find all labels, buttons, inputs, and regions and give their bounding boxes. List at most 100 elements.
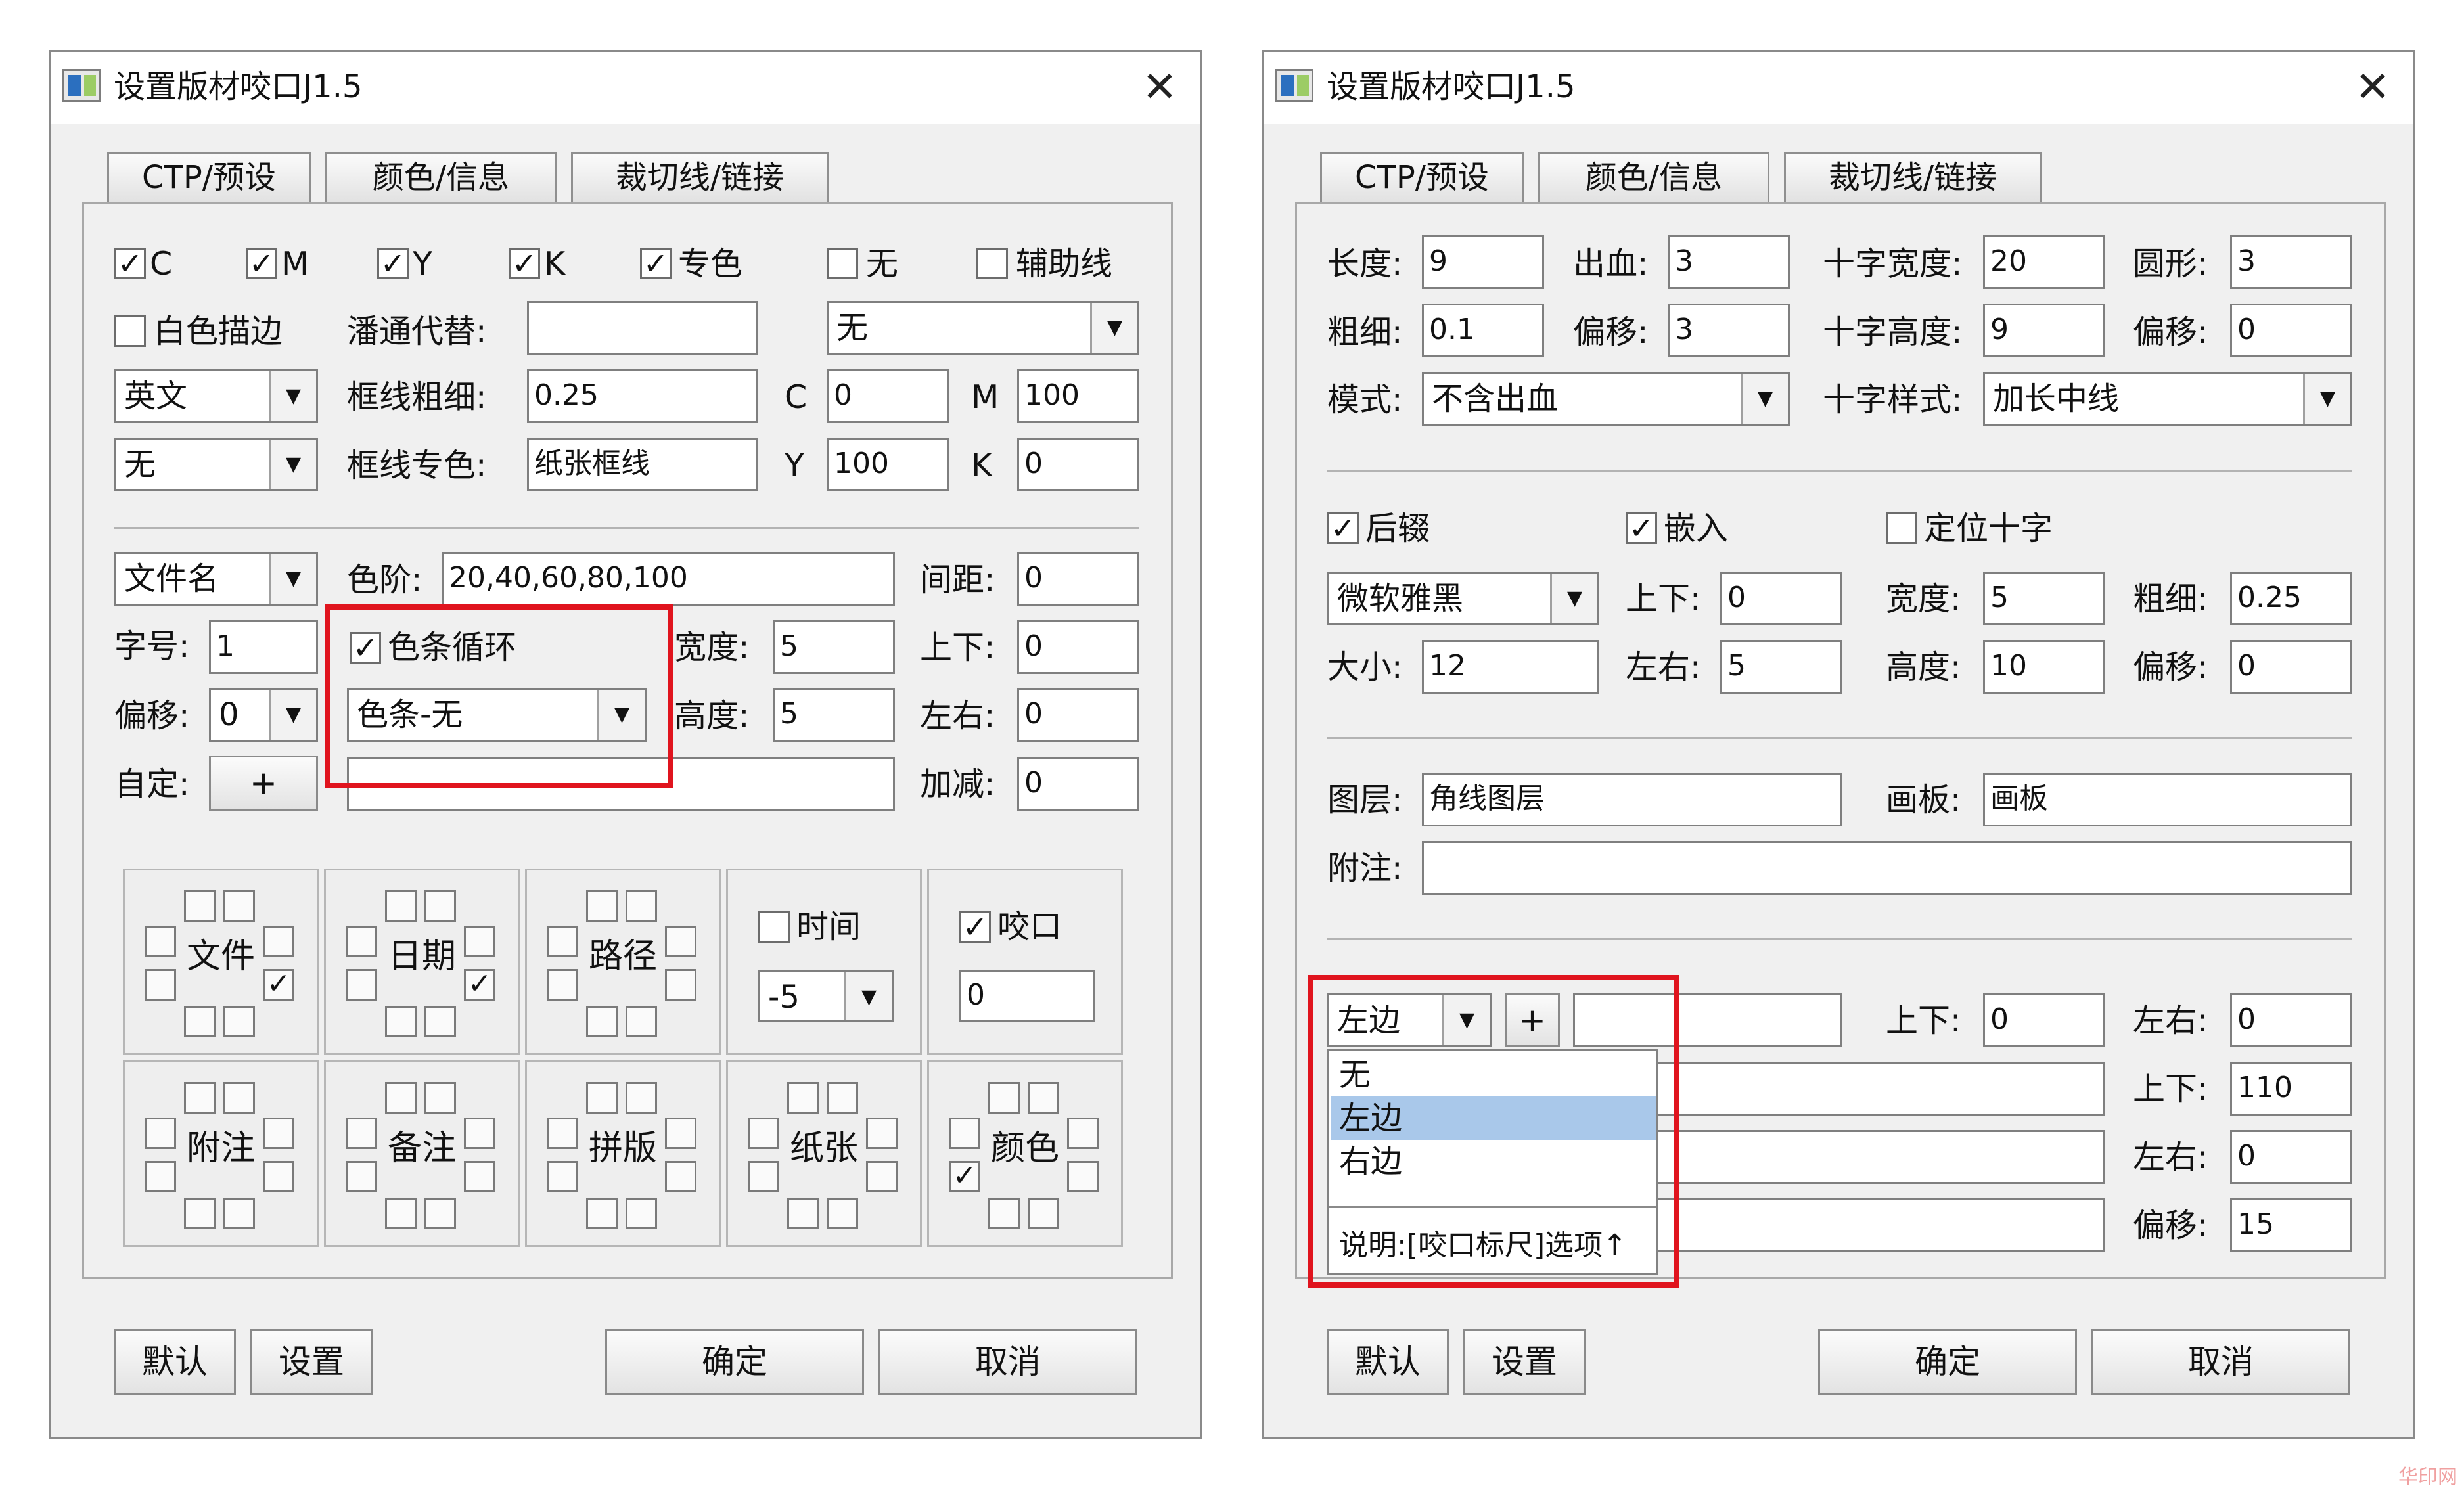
none-select-2[interactable]: 无 ▼ bbox=[114, 438, 318, 491]
pos-square[interactable] bbox=[385, 890, 417, 922]
thick-input[interactable]: 0.1 bbox=[1422, 304, 1544, 357]
grid-cell-note[interactable]: 附注 bbox=[123, 1060, 319, 1247]
grid-cell-path[interactable]: 路径 bbox=[525, 869, 721, 1055]
checkbox-time[interactable] bbox=[758, 911, 790, 943]
cross-width-input[interactable]: 20 bbox=[1983, 235, 2105, 289]
frame-thick-input[interactable]: 0.25 bbox=[527, 369, 758, 423]
pos-square[interactable] bbox=[827, 1082, 858, 1114]
pos-square[interactable] bbox=[385, 1006, 417, 1037]
pos-square[interactable] bbox=[1028, 1198, 1059, 1229]
checkbox-k[interactable]: ✓ bbox=[509, 248, 540, 279]
pos-square[interactable] bbox=[223, 1006, 255, 1037]
cross-style-select[interactable]: 加长中线 ▼ bbox=[1983, 372, 2352, 426]
pos-square[interactable] bbox=[424, 1082, 456, 1114]
pos-square[interactable] bbox=[827, 1198, 858, 1229]
cancel-button[interactable]: 取消 bbox=[2091, 1329, 2350, 1395]
pantone-sub-input[interactable] bbox=[527, 301, 758, 355]
default-button[interactable]: 默认 bbox=[1327, 1329, 1449, 1395]
thick2-input[interactable]: 0.25 bbox=[2230, 572, 2352, 625]
levels-input[interactable]: 20,40,60,80,100 bbox=[442, 552, 895, 606]
leftright-input[interactable]: 0 bbox=[1017, 688, 1139, 742]
default-button[interactable]: 默认 bbox=[114, 1329, 236, 1395]
tab-color-info[interactable]: 颜色/信息 bbox=[1538, 152, 1769, 202]
tab-crop-link[interactable]: 裁切线/链接 bbox=[1784, 152, 2042, 202]
offset3-input[interactable]: 0 bbox=[2230, 640, 2352, 694]
ok-button[interactable]: 确定 bbox=[1818, 1329, 2077, 1395]
pos-square[interactable] bbox=[385, 1082, 417, 1114]
lr1-input[interactable]: 5 bbox=[1720, 640, 1842, 694]
pos-square[interactable] bbox=[586, 1006, 618, 1037]
none-select-top[interactable]: 无 ▼ bbox=[827, 301, 1139, 355]
height-input[interactable]: 5 bbox=[773, 688, 895, 742]
width-input[interactable]: 5 bbox=[773, 620, 895, 674]
updown-input[interactable]: 0 bbox=[1017, 620, 1139, 674]
offset4-input[interactable]: 15 bbox=[2230, 1198, 2352, 1252]
ok-button[interactable]: 确定 bbox=[605, 1329, 864, 1395]
font-select[interactable]: 微软雅黑 ▼ bbox=[1327, 572, 1599, 625]
bleed-input[interactable]: 3 bbox=[1668, 235, 1790, 289]
m-input[interactable]: 100 bbox=[1017, 369, 1139, 423]
language-select[interactable]: 英文 ▼ bbox=[114, 369, 318, 423]
circle-input[interactable]: 3 bbox=[2230, 235, 2352, 289]
tab-ctp-preset[interactable]: CTP/预设 bbox=[107, 152, 311, 202]
offset-select[interactable]: 0 ▼ bbox=[209, 688, 318, 742]
artboard-input[interactable]: 画板 bbox=[1983, 773, 2352, 826]
cancel-button[interactable]: 取消 bbox=[878, 1329, 1137, 1395]
bite-input[interactable]: 0 bbox=[959, 970, 1095, 1022]
pos-square[interactable] bbox=[626, 890, 657, 922]
grid-cell-file[interactable]: ✓ 文件 bbox=[123, 869, 319, 1055]
spacing-input[interactable]: 0 bbox=[1017, 552, 1139, 606]
checkbox-white-stroke[interactable] bbox=[114, 315, 146, 347]
settings-button[interactable]: 设置 bbox=[250, 1329, 373, 1395]
checkbox-spot[interactable]: ✓ bbox=[640, 248, 672, 279]
tab-crop-link[interactable]: 裁切线/链接 bbox=[571, 152, 829, 202]
pos-square[interactable] bbox=[626, 1198, 657, 1229]
pos-square[interactable] bbox=[626, 1006, 657, 1037]
pos-square[interactable] bbox=[385, 1198, 417, 1229]
tab-ctp-preset[interactable]: CTP/预设 bbox=[1320, 152, 1524, 202]
cross-height-input[interactable]: 9 bbox=[1983, 304, 2105, 357]
close-icon[interactable]: ✕ bbox=[1133, 61, 1186, 114]
pos-square[interactable] bbox=[586, 1198, 618, 1229]
ud2-input[interactable]: 0 bbox=[1983, 993, 2105, 1047]
checkbox-bite[interactable]: ✓ bbox=[959, 911, 991, 943]
pos-square[interactable] bbox=[586, 1082, 618, 1114]
font-size-input[interactable]: 1 bbox=[209, 620, 318, 674]
grid-cell-color[interactable]: ✓ 颜色 bbox=[927, 1060, 1123, 1247]
length-input[interactable]: 9 bbox=[1422, 235, 1544, 289]
pos-square[interactable] bbox=[184, 890, 216, 922]
checkbox-embed[interactable]: ✓ bbox=[1626, 512, 1657, 544]
pos-square[interactable] bbox=[424, 1198, 456, 1229]
pos-square[interactable] bbox=[184, 1198, 216, 1229]
checkbox-c[interactable]: ✓ bbox=[114, 248, 146, 279]
lr2-input[interactable]: 0 bbox=[2230, 993, 2352, 1047]
ud1-input[interactable]: 0 bbox=[1720, 572, 1842, 625]
pos-square[interactable] bbox=[1028, 1082, 1059, 1114]
pos-square[interactable] bbox=[424, 1006, 456, 1037]
note-input[interactable] bbox=[1422, 841, 2352, 895]
pos-square[interactable] bbox=[223, 1082, 255, 1114]
lr3-input[interactable]: 0 bbox=[2230, 1130, 2352, 1184]
y-input[interactable]: 100 bbox=[827, 438, 949, 491]
pos-square[interactable] bbox=[988, 1082, 1020, 1114]
frame-spot-input[interactable]: 纸张框线 bbox=[527, 438, 758, 491]
k-input[interactable]: 0 bbox=[1017, 438, 1139, 491]
filename-select[interactable]: 文件名 ▼ bbox=[114, 552, 318, 606]
custom-add-button[interactable]: + bbox=[209, 756, 318, 811]
offset2-input[interactable]: 0 bbox=[2230, 304, 2352, 357]
checkbox-m[interactable]: ✓ bbox=[246, 248, 277, 279]
addsub-input[interactable]: 0 bbox=[1017, 757, 1139, 811]
settings-button[interactable]: 设置 bbox=[1463, 1329, 1586, 1395]
pos-square[interactable] bbox=[787, 1082, 819, 1114]
h1-input[interactable]: 10 bbox=[1983, 640, 2105, 694]
checkbox-none[interactable] bbox=[827, 248, 858, 279]
offset1-input[interactable]: 3 bbox=[1668, 304, 1790, 357]
mode-select[interactable]: 不含出血 ▼ bbox=[1422, 372, 1790, 426]
pos-square[interactable] bbox=[988, 1198, 1020, 1229]
size-input[interactable]: 12 bbox=[1422, 640, 1599, 694]
ud3-input[interactable]: 110 bbox=[2230, 1062, 2352, 1116]
checkbox-locate-cross[interactable] bbox=[1886, 512, 1917, 544]
pos-square[interactable] bbox=[787, 1198, 819, 1229]
checkbox-guide[interactable] bbox=[976, 248, 1008, 279]
close-icon[interactable]: ✕ bbox=[2346, 61, 2399, 114]
